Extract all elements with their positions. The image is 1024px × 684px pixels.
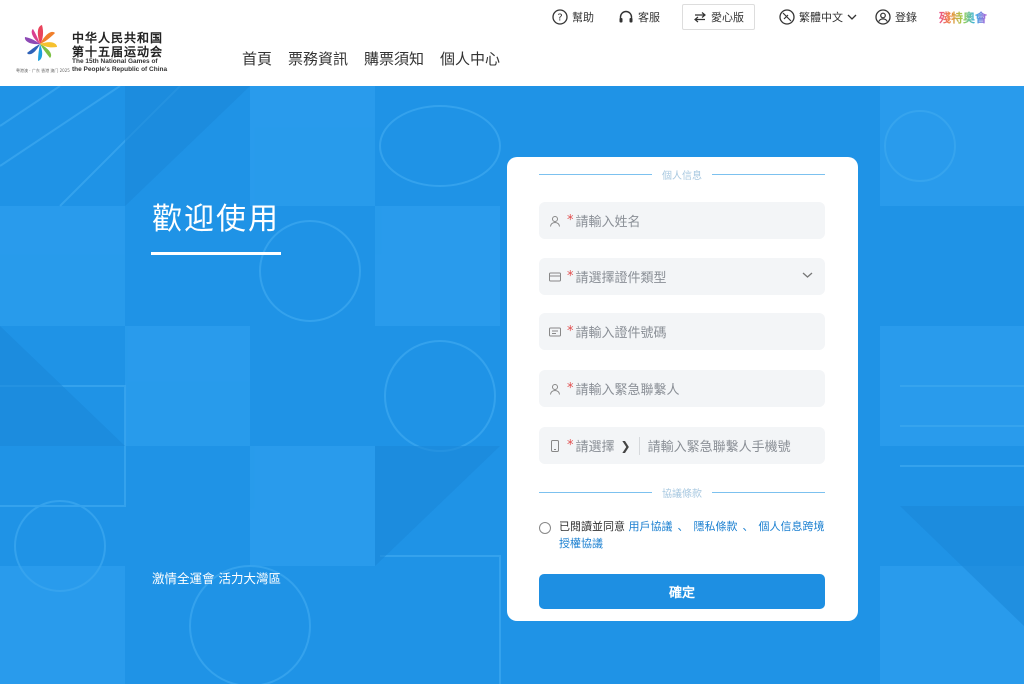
emergency-phone-field: * 請選擇 ❯ 請輸入緊急聯繫人手機號	[539, 427, 825, 464]
chevron-down-icon	[847, 14, 857, 20]
id-type-select[interactable]: * 請選擇證件類型	[539, 258, 825, 295]
area-code-label: 請選擇	[575, 440, 615, 455]
site-header: 粤港澳 · 广东 香港 澳门 2025 中华人民共和国 第十五届运动会 The …	[0, 0, 1024, 86]
care-mode-button[interactable]: 愛心版	[682, 4, 755, 30]
emergency-contact-placeholder: 請輸入緊急聯繫人	[575, 383, 680, 398]
user-circle-icon	[875, 9, 891, 25]
help-icon: ?	[552, 9, 568, 25]
care-mode-label: 愛心版	[711, 11, 744, 24]
required-mark: *	[567, 438, 574, 453]
card-icon	[549, 272, 561, 281]
required-mark: *	[567, 324, 574, 339]
required-mark: *	[567, 381, 574, 396]
required-mark: *	[567, 269, 574, 284]
service-label: 客服	[638, 11, 660, 24]
id-card-icon	[549, 327, 561, 336]
user-icon	[550, 383, 560, 395]
confirm-button[interactable]: 確定	[539, 574, 825, 609]
id-number-input[interactable]: * 請輸入證件號碼	[539, 313, 825, 350]
help-link[interactable]: ? 幫助	[552, 9, 594, 25]
registration-form-card: 個人信息 * 請輸入姓名 * 請選擇證件類型 * 請輸入證件號碼 * 請輸入緊急…	[507, 157, 858, 621]
name-placeholder: 請輸入姓名	[575, 215, 641, 230]
swap-icon	[694, 12, 706, 23]
user-agreement-link[interactable]: 用戶協議	[629, 520, 673, 533]
field-divider	[638, 436, 640, 455]
main-nav: 首頁 票務資訊 購票須知 個人中心	[234, 48, 508, 69]
divider-line	[712, 173, 825, 175]
nav-purchase-notice[interactable]: 購票須知	[356, 48, 432, 69]
terms-title: 協議條款	[662, 488, 702, 500]
terms-header: 協議條款	[539, 485, 825, 500]
agree-prefix: 已閱讀並同意	[559, 520, 625, 533]
help-label: 幫助	[572, 11, 594, 24]
utility-bar: ? 幫助 客服 愛心版 繁體中文 登錄 殘特奧會	[548, 4, 987, 30]
welcome-title: 歡迎使用	[152, 202, 280, 237]
divider-line	[712, 491, 825, 493]
login-link[interactable]: 登錄	[875, 9, 917, 25]
language-label: 繁體中文	[799, 11, 843, 24]
emergency-contact-input[interactable]: * 請輸入緊急聯繫人	[539, 370, 825, 407]
nav-ticket-info[interactable]: 票務資訊	[280, 48, 356, 69]
nav-personal-center[interactable]: 個人中心	[432, 48, 508, 69]
area-code-select[interactable]: 請選擇 ❯	[575, 436, 631, 456]
id-number-placeholder: 請輸入證件號碼	[575, 326, 667, 341]
user-icon	[550, 215, 560, 227]
emergency-phone-input[interactable]: 請輸入緊急聯繫人手機號	[648, 436, 791, 455]
logo-subtitle: 粤港澳 · 广东 香港 澳门 2025	[16, 68, 70, 73]
agreement-row: 已閱讀並同意 用戶協議、隱私條款、個人信息跨境授權協議	[539, 518, 829, 552]
personal-info-title: 個人信息	[662, 170, 702, 182]
national-games-logo[interactable]: 粤港澳 · 广东 香港 澳门 2025 中华人民共和国 第十五届运动会 The …	[16, 24, 176, 78]
logo-english-line1: The 15th National Games of	[72, 58, 158, 65]
divider-line	[539, 173, 652, 175]
svg-text:?: ?	[557, 13, 562, 24]
phone-icon	[551, 439, 559, 452]
slogan-text: 激情全運會 活力大灣區	[152, 571, 281, 586]
separator: 、	[677, 520, 689, 533]
privacy-terms-link[interactable]: 隱私條款	[694, 520, 738, 533]
headset-icon	[619, 10, 633, 23]
nav-home[interactable]: 首頁	[234, 48, 280, 69]
chevron-down-icon	[802, 272, 813, 278]
welcome-underline	[151, 252, 281, 255]
id-type-placeholder: 請選擇證件類型	[575, 271, 667, 286]
separator: 、	[742, 520, 754, 533]
language-icon	[779, 9, 795, 25]
agree-radio[interactable]	[539, 522, 551, 534]
customer-service-link[interactable]: 客服	[618, 9, 660, 25]
paralympic-link[interactable]: 殘特奧會	[939, 9, 987, 26]
login-label: 登錄	[895, 11, 917, 24]
chevron-right-icon: ❯	[620, 438, 631, 453]
language-selector[interactable]: 繁體中文	[779, 9, 857, 25]
personal-info-header: 個人信息	[539, 167, 825, 182]
logo-english-line2: the People's Republic of China	[72, 66, 168, 73]
agreement-text: 已閱讀並同意 用戶協議、隱私條款、個人信息跨境授權協議	[559, 518, 829, 552]
required-mark: *	[567, 213, 574, 228]
name-input[interactable]: * 請輸入姓名	[539, 202, 825, 239]
divider-line	[539, 491, 652, 493]
